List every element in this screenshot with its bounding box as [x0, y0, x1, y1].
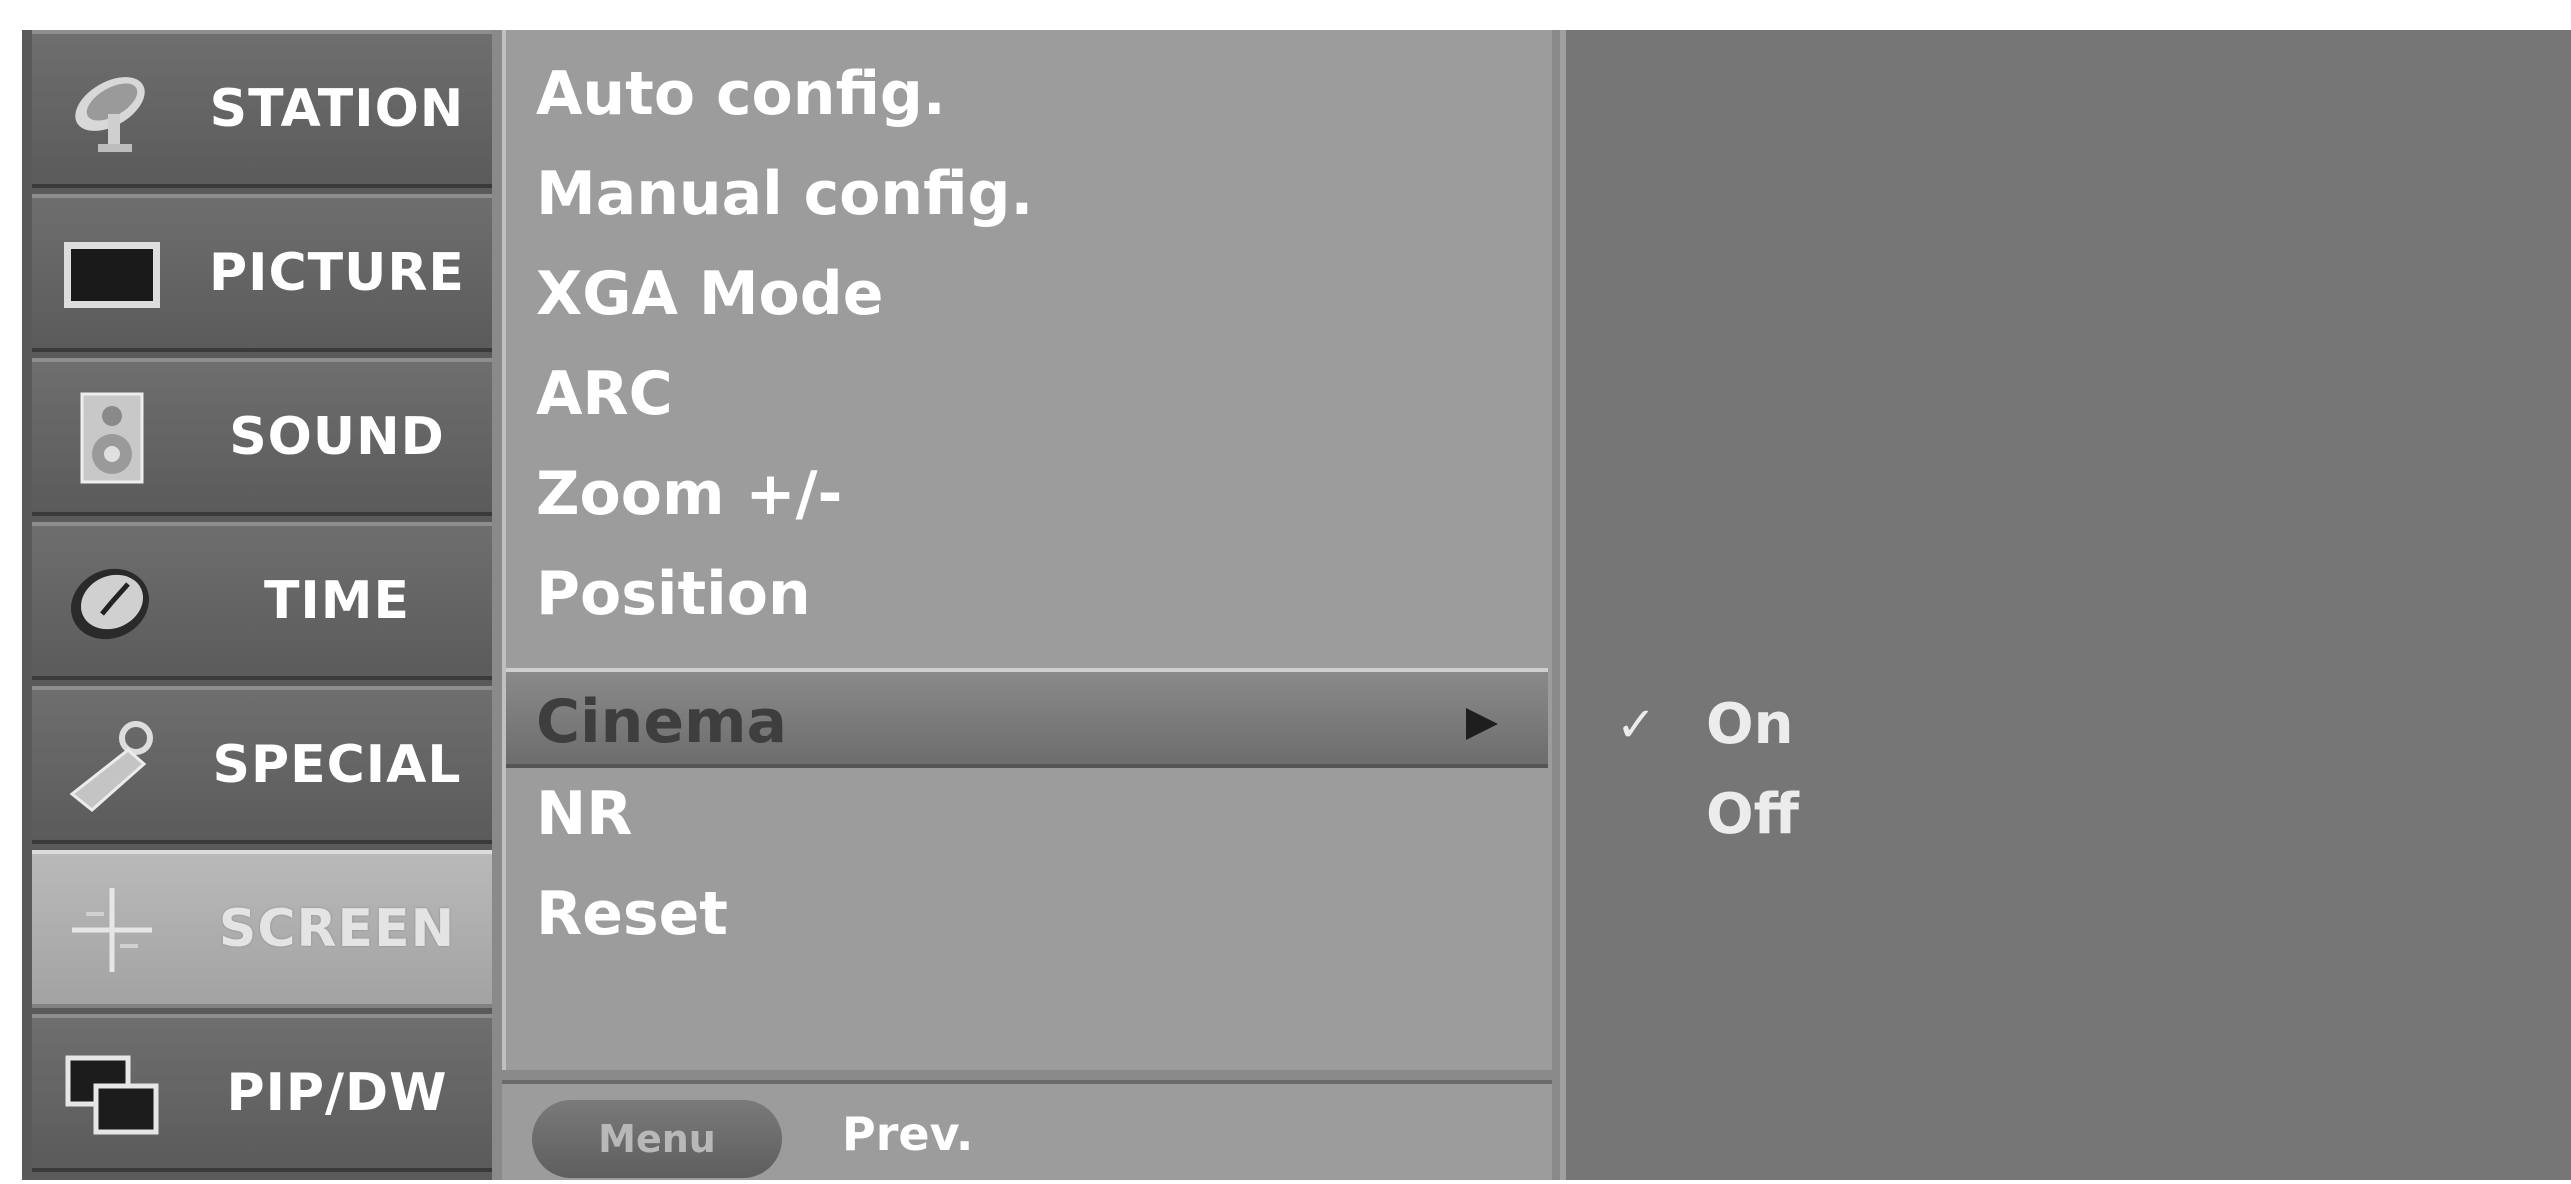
screen-submenu: Auto config. Manual config. XGA Mode ARC…	[502, 30, 1552, 1070]
menu-item-arc[interactable]: ARC	[506, 344, 1548, 444]
pip-windows-icon	[65, 1055, 159, 1135]
category-screen[interactable]: SCREEN	[32, 850, 492, 1008]
category-special[interactable]: SPECIAL	[32, 686, 492, 844]
menu-item-auto-config[interactable]: Auto config.	[506, 44, 1548, 144]
category-label: SOUND	[229, 407, 445, 467]
menu-item-nr[interactable]: NR	[506, 764, 1548, 864]
category-station[interactable]: STATION	[32, 30, 492, 188]
category-label: STATION	[209, 79, 465, 139]
clock-icon	[71, 568, 149, 640]
prev-hint: Prev.	[842, 1107, 974, 1161]
submenu-arrow-icon	[1466, 708, 1498, 740]
category-label: SPECIAL	[212, 735, 462, 795]
menu-item-label: Cinema	[536, 687, 788, 757]
menu-item-reset[interactable]: Reset	[506, 864, 1548, 964]
category-label: SCREEN	[218, 899, 456, 959]
menu-item-zoom[interactable]: Zoom +/-	[506, 444, 1548, 544]
crosshair-icon	[72, 888, 152, 972]
tv-osd-menu: STATION PICTURE SOUND TIME SPECIAL SCREE…	[22, 30, 2571, 1180]
category-label: PICTURE	[209, 243, 465, 303]
cinema-options-panel: ✓ On Off	[1560, 30, 2571, 1180]
satellite-dish-icon	[75, 77, 145, 152]
menu-item-cinema[interactable]: Cinema	[506, 668, 1548, 768]
menu-item-position[interactable]: Position	[506, 544, 1548, 644]
category-time[interactable]: TIME	[32, 522, 492, 680]
menu-item-manual-config[interactable]: Manual config.	[506, 144, 1548, 244]
menu-item-xga-mode[interactable]: XGA Mode	[506, 244, 1548, 344]
category-label: TIME	[263, 571, 411, 631]
category-sound[interactable]: SOUND	[32, 358, 492, 516]
picture-screen-icon	[64, 242, 160, 308]
category-pip-dw[interactable]: PIP/DW	[32, 1014, 492, 1172]
category-picture[interactable]: PICTURE	[32, 194, 492, 352]
category-sidebar: STATION PICTURE SOUND TIME SPECIAL SCREE…	[22, 30, 492, 1180]
key-tag-icon	[69, 721, 153, 812]
menu-button[interactable]: Menu	[532, 1100, 782, 1178]
option-on[interactable]: On	[1706, 680, 1793, 770]
speaker-icon	[80, 392, 144, 484]
checkmark-icon: ✓	[1616, 697, 1657, 753]
category-label: PIP/DW	[226, 1063, 448, 1123]
option-off[interactable]: Off	[1706, 770, 1799, 860]
menu-footer: Menu Prev.	[502, 1080, 1552, 1180]
